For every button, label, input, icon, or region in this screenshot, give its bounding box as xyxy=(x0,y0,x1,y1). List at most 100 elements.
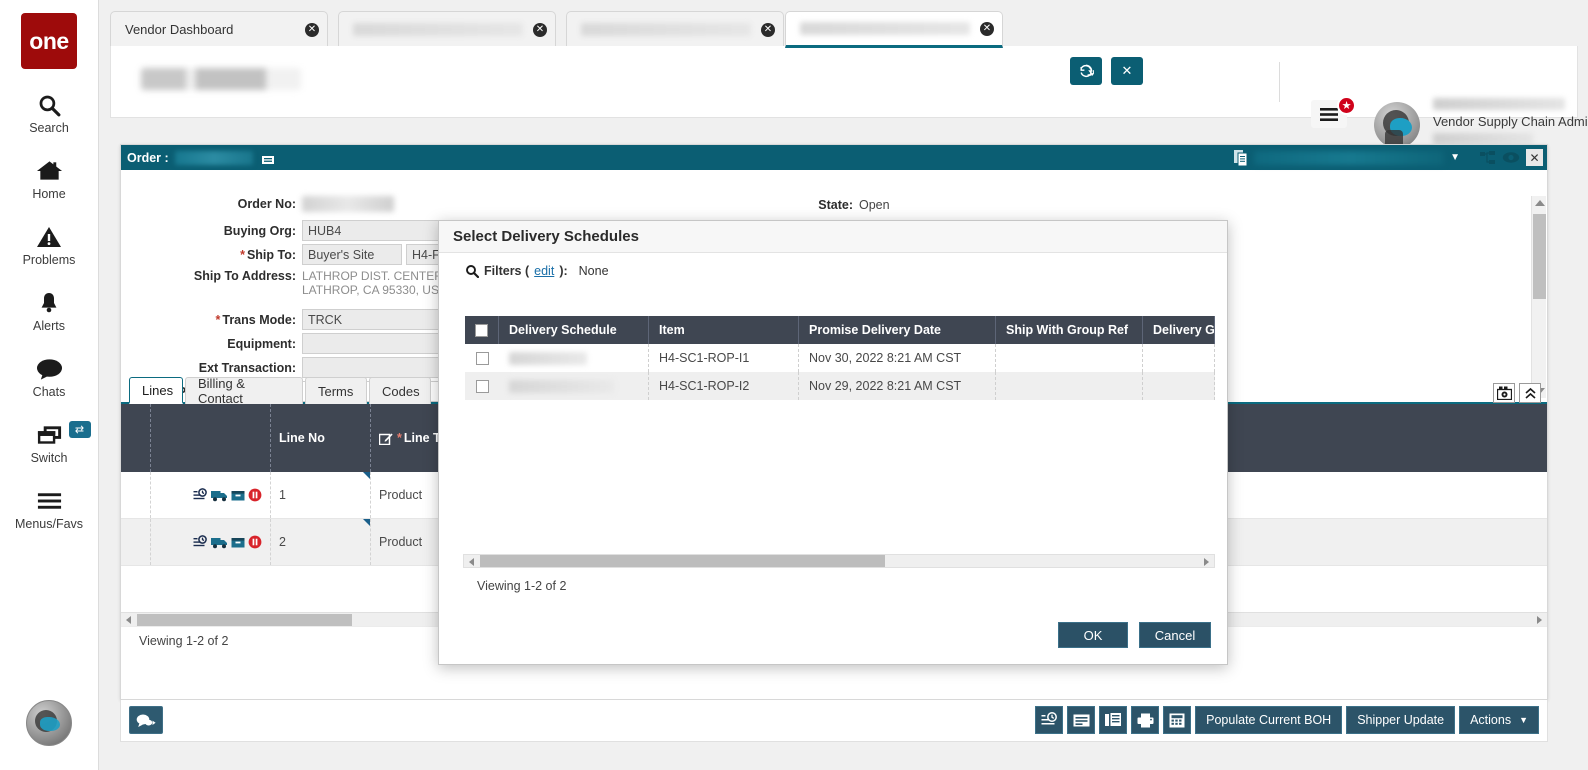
caret-down-icon[interactable]: ▼ xyxy=(1450,152,1460,163)
field-input-ship-to[interactable]: Buyer's Site xyxy=(302,244,402,265)
tab-codes[interactable]: Codes xyxy=(369,377,431,404)
actions-menu-button[interactable]: Actions ▼ xyxy=(1459,706,1539,734)
cancel-button[interactable]: Cancel xyxy=(1139,622,1211,648)
truck-icon[interactable] xyxy=(211,536,228,549)
button-label: Actions xyxy=(1470,713,1511,727)
page-title-redacted xyxy=(141,68,301,90)
populate-current-boh-button[interactable]: Populate Current BOH xyxy=(1195,706,1342,734)
ok-button[interactable]: OK xyxy=(1058,622,1128,648)
schedule-list-icon[interactable] xyxy=(193,488,208,502)
field-label-equipment: Equipment: xyxy=(121,337,296,351)
search-magnifier-icon xyxy=(465,264,479,278)
tab-vendor-dashboard[interactable]: Vendor Dashboard ✕ xyxy=(110,11,328,47)
row-checkbox[interactable] xyxy=(476,380,489,393)
tab-redacted-1[interactable]: ✕ xyxy=(338,11,556,47)
grid-header: Delivery Schedule Item Promise Delivery … xyxy=(465,316,1215,344)
close-circle-icon[interactable]: ✕ xyxy=(305,23,319,37)
grid-header-line-no[interactable]: Line No xyxy=(271,404,371,472)
chevron-double-up-icon[interactable] xyxy=(1519,383,1541,403)
calculator-button[interactable] xyxy=(1163,706,1191,734)
sidebar-item-chats[interactable]: Chats xyxy=(0,355,99,399)
filters-edit-link[interactable]: edit xyxy=(534,264,554,278)
bell-icon xyxy=(37,289,61,317)
scrollbar-thumb[interactable] xyxy=(137,614,352,626)
printer-icon xyxy=(1137,713,1154,728)
column-delivery-schedule[interactable]: Delivery Schedule xyxy=(499,316,649,344)
refresh-button[interactable] xyxy=(1070,57,1102,85)
sidebar-item-problems[interactable]: Problems xyxy=(0,223,99,267)
x-icon: ✕ xyxy=(1122,63,1133,79)
arrow-right-icon[interactable] xyxy=(1204,558,1209,566)
arrow-left-icon[interactable] xyxy=(126,616,131,624)
column-promise-delivery-date[interactable]: Promise Delivery Date xyxy=(799,316,996,344)
cell-delivery-schedule xyxy=(499,344,649,372)
tab-label: Vendor Dashboard xyxy=(125,22,295,37)
sidebar-item-menus-favs[interactable]: Menus/Favs xyxy=(0,487,99,531)
eye-icon[interactable] xyxy=(1502,151,1520,164)
form-vertical-scrollbar[interactable] xyxy=(1531,196,1546,398)
star-badge-icon[interactable]: ★ xyxy=(1337,96,1356,115)
copy-document-icon[interactable] xyxy=(1234,150,1248,166)
order-context-redacted xyxy=(1254,151,1444,165)
gear-settings-icon[interactable] xyxy=(1493,383,1515,403)
scrollbar-thumb[interactable] xyxy=(480,555,885,567)
history-log-button[interactable] xyxy=(1035,706,1063,734)
field-label-order-no: Order No: xyxy=(121,197,296,211)
tab-redacted-2[interactable]: ✕ xyxy=(566,11,784,47)
filters-label-end: ): xyxy=(559,264,567,278)
field-label-ship-to: *Ship To: xyxy=(121,248,296,262)
copy-pages-button[interactable] xyxy=(1099,706,1127,734)
column-ship-with-group-ref[interactable]: Ship With Group Ref xyxy=(996,316,1143,344)
truck-icon[interactable] xyxy=(211,489,228,502)
table-row[interactable]: H4-SC1-ROP-I2 Nov 29, 2022 8:21 AM CST xyxy=(465,372,1215,400)
swap-arrows-icon[interactable]: ⇄ xyxy=(69,421,91,438)
chat-send-button[interactable] xyxy=(129,706,163,734)
column-delivery-group[interactable]: Delivery Group xyxy=(1143,316,1215,344)
close-order-panel-button[interactable]: ✕ xyxy=(1526,149,1543,166)
scroll-up-arrow-icon[interactable] xyxy=(1535,200,1545,206)
tab-lines[interactable]: Lines xyxy=(129,377,183,404)
tab-redacted-3-active[interactable]: ✕ xyxy=(785,11,1003,48)
cell-delivery-group xyxy=(1143,344,1215,372)
filters-label: Filters ( xyxy=(484,264,529,278)
table-row[interactable]: H4-SC1-ROP-I1 Nov 30, 2022 8:21 AM CST xyxy=(465,344,1215,372)
sidebar-item-switch[interactable]: ⇄ Switch xyxy=(0,421,99,465)
close-circle-icon[interactable]: ✕ xyxy=(761,23,775,37)
row-select-cell xyxy=(465,372,499,400)
scrollbar-thumb[interactable] xyxy=(1533,214,1546,299)
hold-stop-icon[interactable] xyxy=(248,488,262,502)
sidebar-item-search[interactable]: Search xyxy=(0,91,99,135)
column-label: Delivery Group xyxy=(1153,323,1215,337)
close-page-button[interactable]: ✕ xyxy=(1111,57,1143,85)
caret-down-icon: ▼ xyxy=(1519,715,1528,725)
close-circle-icon[interactable]: ✕ xyxy=(980,22,994,36)
sidebar-item-alerts[interactable]: Alerts xyxy=(0,289,99,333)
arrow-left-icon[interactable] xyxy=(469,558,474,566)
header-divider xyxy=(1279,62,1280,102)
schedule-list-icon[interactable] xyxy=(193,535,208,549)
box-icon[interactable] xyxy=(231,489,245,502)
dialog-horizontal-scrollbar[interactable] xyxy=(463,554,1215,568)
sidebar-user-avatar[interactable] xyxy=(26,700,72,746)
column-label: Delivery Schedule xyxy=(509,323,617,337)
select-all-checkbox[interactable] xyxy=(475,324,488,337)
header-avatar[interactable] xyxy=(1374,102,1420,148)
order-panel-titlebar: Order : ▼ ✕ xyxy=(121,145,1547,170)
sidebar-item-home[interactable]: Home xyxy=(0,157,99,201)
tab-billing-contact[interactable]: Billing & Contact xyxy=(185,377,303,404)
print-button[interactable] xyxy=(1131,706,1159,734)
column-item[interactable]: Item xyxy=(649,316,799,344)
arrow-right-icon[interactable] xyxy=(1537,616,1542,624)
tab-terms[interactable]: Terms xyxy=(305,377,367,404)
note-card-button[interactable] xyxy=(1067,706,1095,734)
hold-stop-icon[interactable] xyxy=(248,535,262,549)
document-icon[interactable] xyxy=(261,151,275,165)
hierarchy-icon[interactable] xyxy=(1480,151,1496,165)
close-circle-icon[interactable]: ✕ xyxy=(533,23,547,37)
column-label: Item xyxy=(659,323,685,337)
shipper-update-button[interactable]: Shipper Update xyxy=(1346,706,1455,734)
cell-line-no: 1 xyxy=(271,472,371,518)
row-checkbox[interactable] xyxy=(476,352,489,365)
order-number-redacted xyxy=(175,151,253,165)
box-icon[interactable] xyxy=(231,536,245,549)
